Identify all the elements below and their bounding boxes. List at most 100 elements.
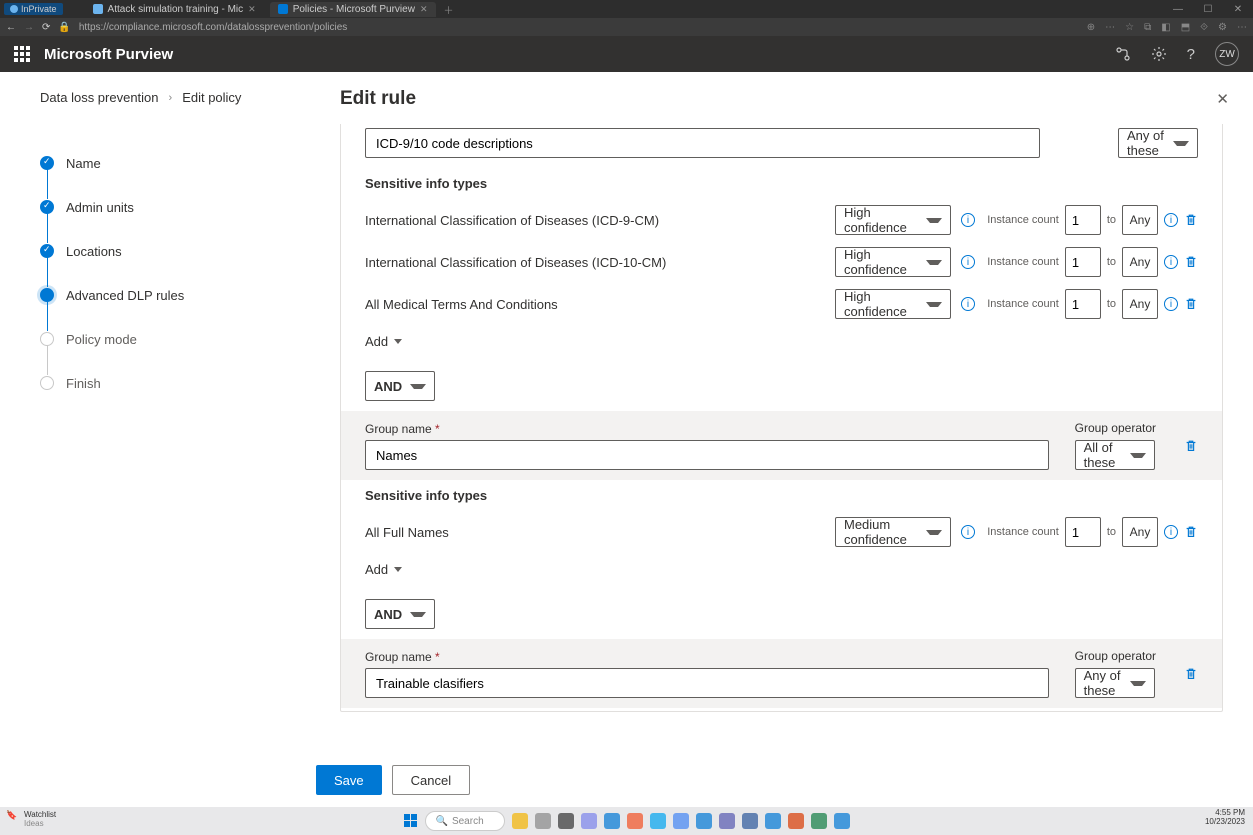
instance-to-input[interactable]: Any	[1122, 205, 1158, 235]
help-icon[interactable]: ?	[1187, 46, 1195, 63]
confidence-dropdown[interactable]: High confidence	[835, 289, 951, 319]
group1-delete-button[interactable]	[1184, 439, 1198, 453]
wizard-step-admin-units[interactable]: Admin units	[40, 185, 296, 229]
wizard-step-finish[interactable]: Finish	[40, 361, 296, 405]
taskbar-app-2[interactable]	[535, 813, 551, 829]
info-icon[interactable]: i	[1164, 213, 1178, 227]
user-avatar[interactable]: ZW	[1215, 42, 1239, 66]
taskbar-app-10[interactable]	[719, 813, 735, 829]
breadcrumb-root[interactable]: Data loss prevention	[40, 90, 159, 105]
group1-operator-dropdown[interactable]: All of these	[1075, 440, 1155, 470]
instance-from-input[interactable]	[1065, 289, 1101, 319]
watchlist-subtitle: Ideas	[24, 820, 56, 829]
taskbar-app-13[interactable]	[788, 813, 804, 829]
info-icon[interactable]: i	[961, 525, 975, 539]
taskbar-app-8[interactable]	[673, 813, 689, 829]
instance-to-input[interactable]: Any	[1122, 517, 1158, 547]
windows-taskbar: 🔖 Watchlist Ideas 🔍Search 4:55 PM 10/23/…	[0, 807, 1253, 835]
wizard-step-policy-mode[interactable]: Policy mode	[40, 317, 296, 361]
delete-sit-button[interactable]	[1184, 213, 1198, 227]
close-window-button[interactable]: ✕	[1223, 4, 1253, 15]
rule-scroll-panel[interactable]: Any of these Sensitive info types Intern…	[340, 124, 1223, 712]
new-tab-button[interactable]: ＋	[444, 2, 454, 17]
more-icon[interactable]: ⋯	[1237, 22, 1247, 33]
ext3-icon[interactable]: ⬒	[1181, 22, 1190, 33]
taskbar-app-11[interactable]	[742, 813, 758, 829]
add-label: Add	[365, 562, 388, 577]
collections-icon[interactable]: ⧉	[1144, 22, 1151, 33]
ext1-icon[interactable]: ⋯	[1105, 22, 1115, 33]
minimize-button[interactable]: —	[1163, 4, 1193, 15]
info-icon[interactable]: i	[961, 297, 975, 311]
app-launcher-icon[interactable]	[14, 46, 30, 62]
tab-policies[interactable]: Policies - Microsoft Purview✕	[270, 2, 436, 17]
app-title: Microsoft Purview	[44, 46, 173, 63]
taskbar-app-15[interactable]	[834, 813, 850, 829]
group0-joiner-dropdown[interactable]: AND	[365, 371, 435, 401]
watchlist-widget[interactable]: 🔖	[6, 811, 17, 820]
start-button[interactable]	[404, 814, 418, 828]
to-label: to	[1107, 214, 1116, 226]
settings-icon[interactable]	[1151, 46, 1167, 62]
group0-operator-dropdown[interactable]: Any of these	[1118, 128, 1198, 158]
taskbar-app-4[interactable]	[581, 813, 597, 829]
group1-add-button[interactable]: Add	[365, 562, 402, 577]
group0-name-input[interactable]	[365, 128, 1040, 158]
info-icon[interactable]: i	[961, 255, 975, 269]
url-text[interactable]: https://compliance.microsoft.com/datalos…	[79, 22, 347, 33]
taskbar-app-5[interactable]	[604, 813, 620, 829]
close-panel-button[interactable]: ✕	[1216, 90, 1229, 108]
group0-add-button[interactable]: Add	[365, 334, 402, 349]
group1-joiner-dropdown[interactable]: AND	[365, 599, 435, 629]
delete-sit-button[interactable]	[1184, 297, 1198, 311]
search-placeholder: Search	[452, 816, 484, 827]
flow-icon[interactable]	[1115, 46, 1131, 62]
confidence-dropdown[interactable]: High confidence	[835, 205, 951, 235]
group2-operator-dropdown[interactable]: Any of these	[1075, 668, 1155, 698]
info-icon[interactable]: i	[1164, 297, 1178, 311]
taskbar-app-12[interactable]	[765, 813, 781, 829]
instance-from-input[interactable]	[1065, 205, 1101, 235]
wizard-step-name[interactable]: Name	[40, 141, 296, 185]
info-icon[interactable]: i	[1164, 255, 1178, 269]
tab-attack-sim[interactable]: Attack simulation training - Mic✕	[85, 2, 264, 17]
taskbar-app-1[interactable]	[512, 813, 528, 829]
group2-name-input[interactable]	[365, 668, 1049, 698]
ext4-icon[interactable]: ⟐	[1200, 22, 1208, 33]
taskbar-app-7[interactable]	[650, 813, 666, 829]
instance-from-input[interactable]	[1065, 247, 1101, 277]
save-button[interactable]: Save	[316, 765, 382, 795]
taskbar-app-9[interactable]	[696, 813, 712, 829]
ext5-icon[interactable]: ⚙	[1218, 22, 1227, 33]
system-clock[interactable]: 4:55 PM 10/23/2023	[1205, 809, 1245, 827]
refresh-button[interactable]: ⟳	[42, 22, 50, 33]
sit-row: All Full NamesMedium confidenceiInstance…	[341, 511, 1222, 553]
wizard-step-locations[interactable]: Locations	[40, 229, 296, 273]
instance-to-input[interactable]: Any	[1122, 247, 1158, 277]
favorites-icon[interactable]: ☆	[1125, 22, 1134, 33]
taskbar-app-14[interactable]	[811, 813, 827, 829]
delete-sit-button[interactable]	[1184, 255, 1198, 269]
group2-delete-button[interactable]	[1184, 667, 1198, 681]
maximize-button[interactable]: ☐	[1193, 4, 1223, 15]
close-icon[interactable]: ✕	[248, 4, 256, 15]
ext2-icon[interactable]: ◧	[1161, 22, 1170, 33]
lock-icon: 🔒	[58, 22, 70, 33]
taskbar-app-3[interactable]	[558, 813, 574, 829]
zoom-icon[interactable]: ⊕	[1087, 22, 1095, 33]
delete-sit-button[interactable]	[1184, 525, 1198, 539]
info-icon[interactable]: i	[1164, 525, 1178, 539]
info-icon[interactable]: i	[961, 213, 975, 227]
confidence-dropdown[interactable]: High confidence	[835, 247, 951, 277]
cancel-button[interactable]: Cancel	[392, 765, 470, 795]
group1-name-input[interactable]	[365, 440, 1049, 470]
instance-to-input[interactable]: Any	[1122, 289, 1158, 319]
back-button[interactable]: ←	[6, 22, 16, 33]
close-icon[interactable]: ✕	[420, 4, 428, 15]
confidence-dropdown[interactable]: Medium confidence	[835, 517, 951, 547]
instance-from-input[interactable]	[1065, 517, 1101, 547]
taskbar-search[interactable]: 🔍Search	[425, 811, 505, 831]
dropdown-value: AND	[374, 379, 402, 394]
taskbar-app-6[interactable]	[627, 813, 643, 829]
wizard-step-advanced-dlp-rules[interactable]: Advanced DLP rules	[40, 273, 296, 317]
